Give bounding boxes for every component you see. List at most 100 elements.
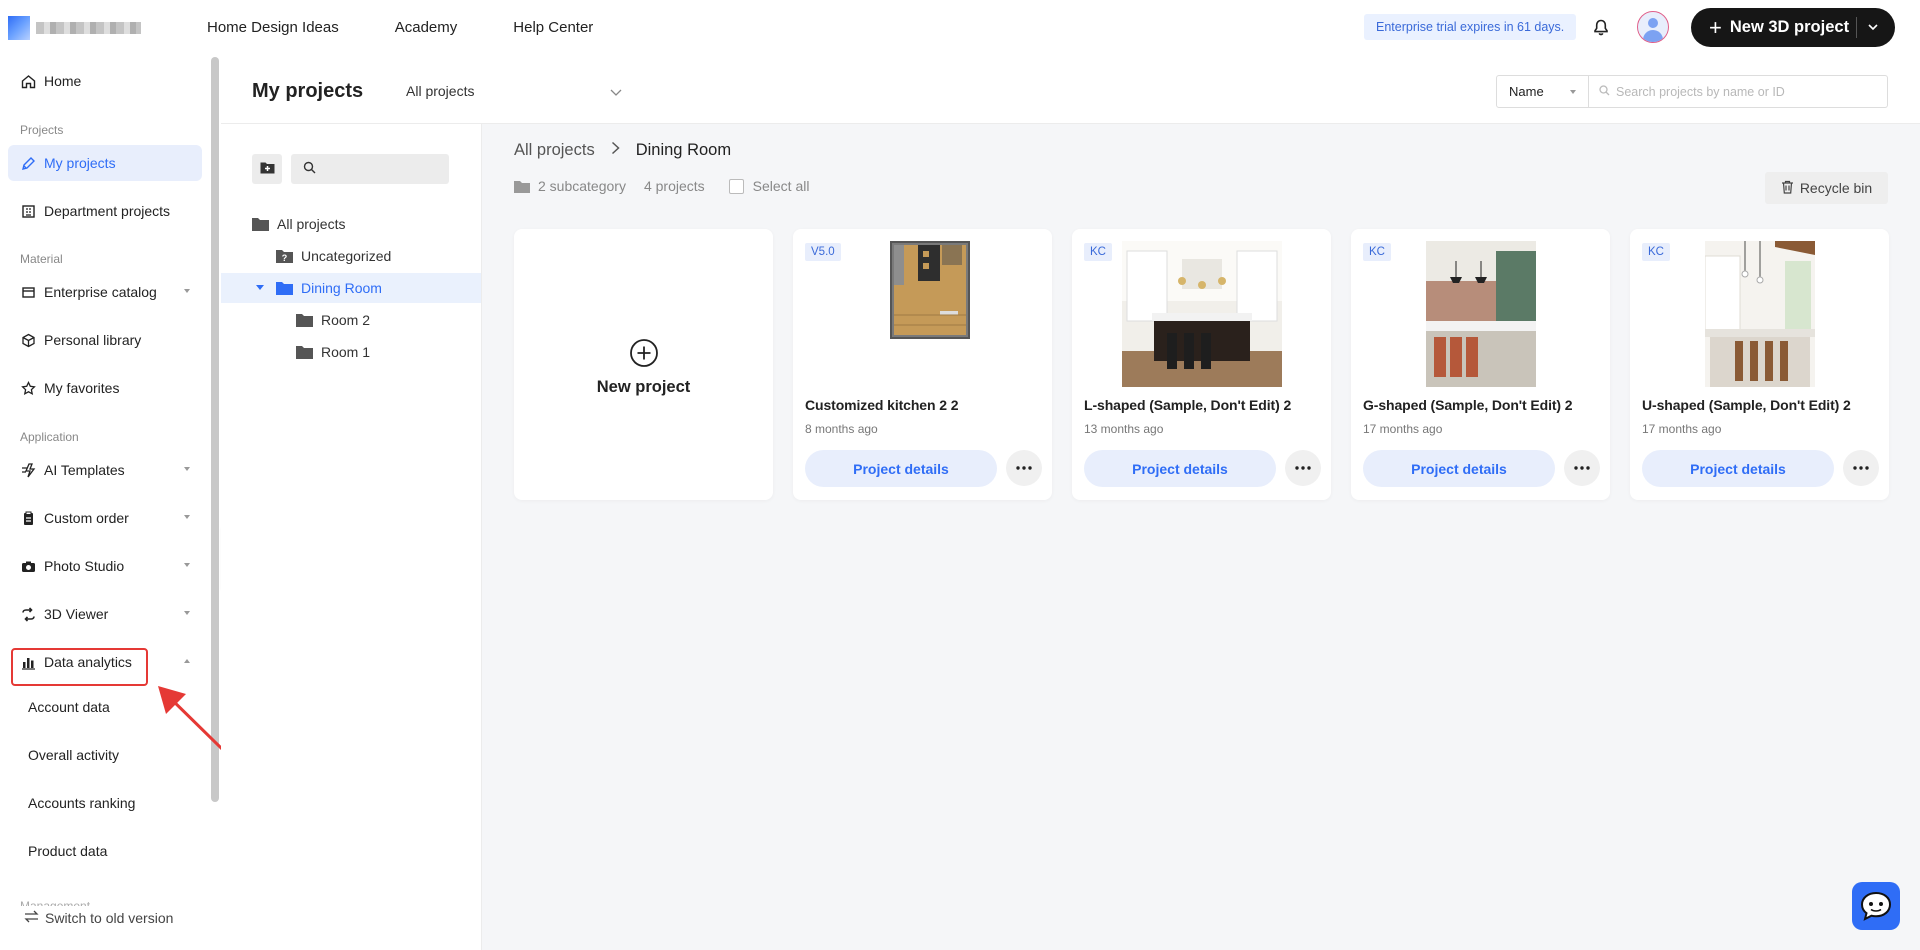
project-details-button[interactable]: Project details	[1642, 450, 1834, 487]
user-avatar[interactable]	[1637, 11, 1669, 43]
sidebar-item-my-favorites[interactable]: My favorites	[8, 370, 202, 406]
chat-support-icon[interactable]	[1852, 882, 1900, 930]
project-time: 17 months ago	[1363, 422, 1443, 436]
more-options-icon[interactable]	[1006, 450, 1042, 486]
more-options-icon[interactable]	[1843, 450, 1879, 486]
scope-select[interactable]: All projects	[406, 83, 474, 99]
new-project-card[interactable]: New project	[514, 229, 773, 500]
select-all-checkbox[interactable]	[728, 178, 744, 194]
annotation-highlight-box	[11, 648, 148, 686]
project-details-button[interactable]: Project details	[1363, 450, 1555, 487]
3d-viewer-icon	[20, 606, 36, 622]
version-badge: KC	[1363, 243, 1391, 261]
tree-item-label: Room 2	[321, 312, 371, 328]
sidebar-subitem-accounts-ranking[interactable]: Accounts ranking	[28, 785, 135, 821]
caret-down-icon	[184, 467, 190, 471]
tree-search-input[interactable]	[291, 154, 449, 184]
lightning-icon	[20, 462, 36, 478]
section-label-projects: Projects	[20, 123, 64, 137]
sidebar-item-department-projects[interactable]: Department projects	[8, 193, 202, 229]
camera-icon	[20, 558, 36, 574]
folder-meta: 2 subcategory 4 projects Select all	[514, 178, 809, 194]
project-name[interactable]: Customized kitchen 2 2	[805, 397, 959, 413]
sidebar-item-enterprise-catalog[interactable]: Enterprise catalog	[8, 274, 202, 310]
main-header: My projects All projects Name Search pro…	[221, 55, 1920, 124]
caret-down-icon[interactable]	[255, 284, 269, 292]
tree-item-all-projects[interactable]: All projects	[221, 209, 481, 239]
new-project-label: New project	[596, 378, 691, 396]
subcategory-count: 2 subcategory	[538, 178, 626, 194]
tree-item-room-1[interactable]: Room 1	[221, 337, 481, 367]
chevron-down-icon[interactable]	[1866, 20, 1880, 39]
caret-down-icon	[184, 611, 190, 615]
project-search-input[interactable]: Search projects by name or ID	[1589, 75, 1888, 108]
project-time: 13 months ago	[1084, 422, 1164, 436]
sidebar-item-personal-library[interactable]: Personal library	[8, 322, 202, 358]
sidebar-item-label: Department projects	[44, 203, 171, 219]
nav-home-design-ideas[interactable]: Home Design Ideas	[207, 19, 339, 36]
project-time: 17 months ago	[1642, 422, 1722, 436]
sidebar-subitem-overall-activity[interactable]: Overall activity	[28, 737, 119, 773]
breadcrumb-root[interactable]: All projects	[514, 141, 595, 160]
sidebar-item-label: AI Templates	[44, 462, 125, 478]
tree-item-uncategorized[interactable]: ? Uncategorized	[221, 241, 481, 271]
new-3d-project-label: New 3D project	[1729, 18, 1850, 36]
plus-circle-icon	[629, 338, 659, 368]
sidebar-item-3d-viewer[interactable]: 3D Viewer	[8, 596, 202, 632]
project-card[interactable]: KC G-shaped (Sample, Don't Edit) 2 17 mo…	[1351, 229, 1610, 500]
star-icon	[20, 380, 36, 396]
project-details-button[interactable]: Project details	[1084, 450, 1276, 487]
project-name[interactable]: U-shaped (Sample, Don't Edit) 2	[1642, 397, 1851, 413]
sidebar-subitem-account-data[interactable]: Account data	[28, 689, 110, 725]
more-options-icon[interactable]	[1285, 450, 1321, 486]
project-name[interactable]: G-shaped (Sample, Don't Edit) 2	[1363, 397, 1573, 413]
trial-banner[interactable]: Enterprise trial expires in 61 days.	[1364, 14, 1577, 40]
project-name[interactable]: L-shaped (Sample, Don't Edit) 2	[1084, 397, 1291, 413]
sort-select[interactable]: Name	[1496, 75, 1589, 108]
notification-bell-icon[interactable]	[1590, 16, 1612, 38]
sidebar-item-label: Photo Studio	[44, 558, 125, 574]
top-nav: Home Design Ideas Academy Help Center	[207, 0, 593, 55]
folder-icon	[252, 217, 270, 231]
switch-old-version-link[interactable]: Switch to old version	[24, 910, 173, 926]
folder-plus-icon	[260, 161, 275, 177]
tree-item-dining-room[interactable]: Dining Room	[221, 273, 481, 303]
new-3d-project-button[interactable]: + New 3D project	[1691, 8, 1895, 47]
clipboard-icon	[20, 510, 36, 526]
sidebar-item-ai-templates[interactable]: AI Templates	[8, 452, 202, 488]
breadcrumb: All projects Dining Room	[514, 141, 731, 160]
nav-academy[interactable]: Academy	[395, 19, 458, 36]
caret-down-icon	[184, 563, 190, 567]
sidebar-item-my-projects[interactable]: My projects	[8, 145, 202, 181]
switch-old-version-label: Switch to old version	[45, 910, 174, 926]
project-details-button[interactable]: Project details	[805, 450, 997, 487]
sidebar-item-label: My favorites	[44, 380, 120, 396]
project-card[interactable]: V5.0 Customized kitchen 2 2 8 months ago…	[793, 229, 1052, 500]
search-icon	[303, 161, 316, 177]
more-options-icon[interactable]	[1564, 450, 1600, 486]
category-tree-panel: All projects ? Uncategorized Dining Room…	[221, 124, 482, 950]
chevron-down-icon[interactable]	[609, 85, 623, 101]
tree-item-label: Dining Room	[301, 280, 382, 296]
trash-icon	[1781, 180, 1794, 197]
tree-item-room-2[interactable]: Room 2	[221, 305, 481, 335]
brand-logo[interactable]	[8, 16, 141, 40]
home-icon	[20, 73, 36, 89]
sidebar-item-photo-studio[interactable]: Photo Studio	[8, 548, 202, 584]
nav-help-center[interactable]: Help Center	[513, 19, 593, 36]
project-card[interactable]: KC L-shaped (Sample, Don't Edit) 2 13 mo…	[1072, 229, 1331, 500]
section-label-management: Management	[20, 899, 91, 906]
switch-arrows-icon	[24, 910, 39, 926]
new-folder-button[interactable]	[252, 154, 282, 184]
select-all-label[interactable]: Select all	[753, 178, 810, 194]
caret-down-icon	[184, 289, 190, 293]
version-badge: KC	[1084, 243, 1112, 261]
sidebar-item-label: My projects	[44, 155, 116, 171]
sidebar-item-custom-order[interactable]: Custom order	[8, 500, 202, 536]
project-card[interactable]: KC U-shaped (Sample, Don't Edit) 2 17 mo…	[1630, 229, 1889, 500]
top-bar: Home Design Ideas Academy Help Center En…	[0, 0, 1920, 55]
sidebar-item-home[interactable]: Home	[8, 63, 202, 99]
sidebar-subitem-product-data[interactable]: Product data	[28, 833, 107, 869]
recycle-bin-button[interactable]: Recycle bin	[1765, 172, 1888, 204]
pencil-ruler-icon	[20, 155, 36, 171]
